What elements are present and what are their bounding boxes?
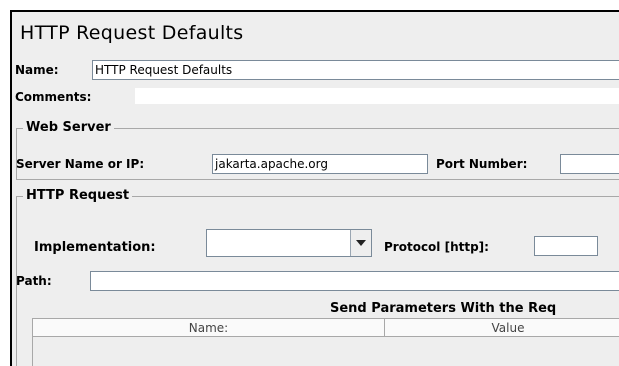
server-name-label: Server Name or IP: [16, 157, 145, 171]
implementation-select[interactable] [206, 229, 372, 257]
implementation-value [207, 230, 350, 256]
protocol-field[interactable] [534, 236, 598, 256]
column-header-value[interactable]: Value [385, 319, 619, 337]
implementation-label: Implementation: [34, 240, 156, 255]
page-title: HTTP Request Defaults [20, 22, 244, 44]
http-request-legend: HTTP Request [23, 188, 133, 203]
chevron-down-icon [356, 240, 366, 246]
dropdown-button[interactable] [350, 230, 371, 256]
path-label: Path: [16, 274, 52, 288]
parameters-table[interactable]: Name: Value [32, 318, 619, 366]
comments-label: Comments: [15, 90, 92, 104]
server-name-field[interactable]: jakarta.apache.org [212, 154, 428, 174]
name-label: Name: [15, 63, 59, 77]
port-number-label: Port Number: [436, 157, 528, 171]
http-request-defaults-panel: HTTP Request Defaults Name: HTTP Request… [10, 10, 619, 366]
parameters-title: Send Parameters With the Req [330, 301, 557, 316]
column-header-name[interactable]: Name: [33, 319, 385, 337]
port-number-field[interactable] [560, 154, 619, 174]
web-server-legend: Web Server [23, 120, 114, 135]
name-field[interactable]: HTTP Request Defaults [92, 60, 619, 80]
comments-field[interactable] [134, 87, 619, 105]
path-field[interactable] [90, 271, 619, 291]
protocol-label: Protocol [http]: [384, 240, 489, 254]
